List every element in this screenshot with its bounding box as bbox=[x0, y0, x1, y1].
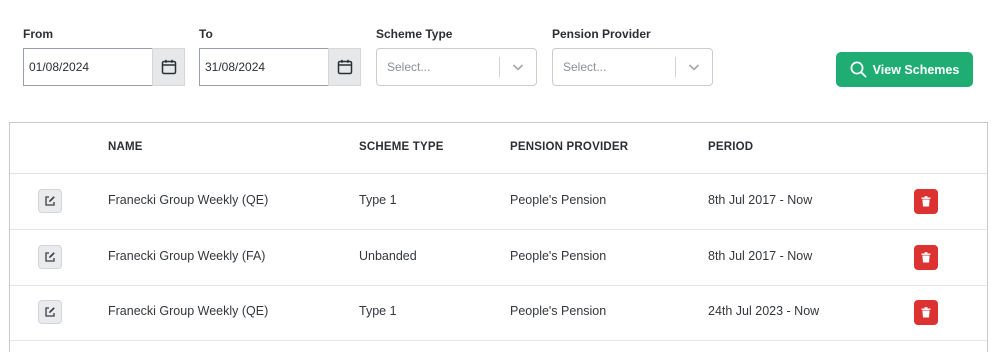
to-date-input[interactable] bbox=[199, 48, 328, 86]
calendar-icon bbox=[337, 59, 352, 75]
pension-provider-select[interactable]: Select... bbox=[552, 48, 713, 86]
column-header-name: NAME bbox=[108, 141, 143, 153]
edit-icon bbox=[45, 307, 55, 317]
from-date-picker bbox=[23, 48, 185, 86]
edit-icon bbox=[45, 252, 55, 262]
to-label: To bbox=[199, 27, 213, 41]
scheme-type-label: Scheme Type bbox=[376, 27, 453, 41]
edit-button[interactable] bbox=[38, 189, 62, 213]
from-label: From bbox=[23, 27, 53, 41]
chevron-down-icon[interactable] bbox=[500, 49, 536, 85]
table-header: NAME SCHEME TYPE PENSION PROVIDER PERIOD bbox=[10, 123, 987, 174]
cell-pension-provider: People's Pension bbox=[510, 304, 607, 318]
delete-button[interactable] bbox=[914, 245, 938, 270]
cell-scheme-type: Unbanded bbox=[359, 249, 417, 263]
filters-bar: From To Scheme Type Select... bbox=[0, 0, 1003, 100]
pension-provider-placeholder: Select... bbox=[563, 60, 607, 74]
cell-name: Franecki Group Weekly (QE) bbox=[108, 304, 269, 318]
column-header-scheme-type: SCHEME TYPE bbox=[359, 141, 444, 153]
to-calendar-button[interactable] bbox=[328, 48, 361, 86]
table-row: Franecki Group Weekly (QE) Type 1 People… bbox=[10, 285, 987, 341]
schemes-table: NAME SCHEME TYPE PENSION PROVIDER PERIOD… bbox=[9, 122, 988, 352]
cell-period: 8th Jul 2017 - Now bbox=[708, 249, 813, 263]
calendar-icon bbox=[161, 59, 176, 75]
delete-button[interactable] bbox=[914, 300, 938, 325]
table-row: Franecki Group Weekly (FA) Unbanded Peop… bbox=[10, 230, 987, 286]
scheme-type-placeholder: Select... bbox=[387, 60, 431, 74]
cell-period: 24th Jul 2023 - Now bbox=[708, 304, 820, 318]
cell-name: Franecki Group Weekly (FA) bbox=[108, 249, 266, 263]
from-calendar-button[interactable] bbox=[152, 48, 185, 86]
cell-name: Franecki Group Weekly (QE) bbox=[108, 193, 269, 207]
column-header-period: PERIOD bbox=[708, 141, 754, 153]
edit-icon bbox=[45, 196, 55, 206]
search-icon bbox=[850, 61, 867, 78]
delete-button[interactable] bbox=[914, 189, 938, 214]
table-row: Franecki Group Weekly (QE) Type 1 People… bbox=[10, 174, 987, 230]
view-schemes-button[interactable]: View Schemes bbox=[836, 52, 973, 87]
cell-scheme-type: Type 1 bbox=[359, 193, 397, 207]
scheme-type-select[interactable]: Select... bbox=[376, 48, 537, 86]
column-header-pension-provider: PENSION PROVIDER bbox=[510, 141, 629, 153]
cell-pension-provider: People's Pension bbox=[510, 249, 607, 263]
chevron-down-icon[interactable] bbox=[676, 49, 712, 85]
pension-provider-label: Pension Provider bbox=[552, 27, 651, 41]
cell-period: 8th Jul 2017 - Now bbox=[708, 193, 813, 207]
cell-pension-provider: People's Pension bbox=[510, 193, 607, 207]
cell-scheme-type: Type 1 bbox=[359, 304, 397, 318]
from-date-input[interactable] bbox=[23, 48, 152, 86]
edit-button[interactable] bbox=[38, 245, 62, 269]
view-schemes-label: View Schemes bbox=[872, 62, 960, 77]
trash-icon bbox=[921, 252, 931, 263]
trash-icon bbox=[921, 196, 931, 207]
trash-icon bbox=[921, 307, 931, 318]
edit-button[interactable] bbox=[38, 300, 62, 324]
to-date-picker bbox=[199, 48, 361, 86]
